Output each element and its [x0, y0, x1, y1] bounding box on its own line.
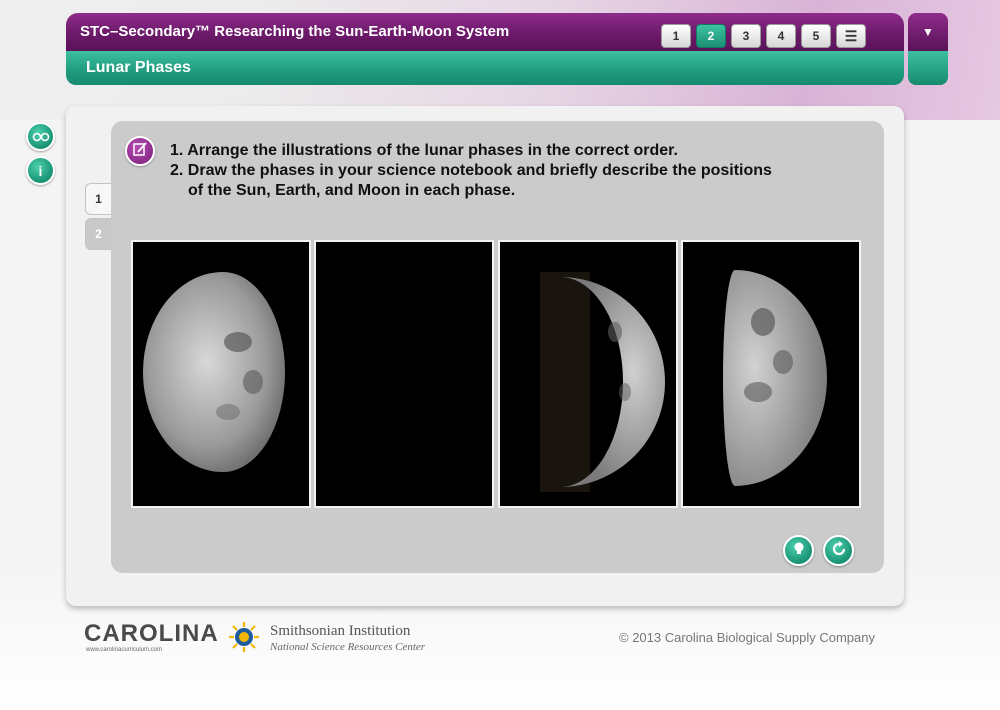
step-tab-2[interactable]: 2 [85, 218, 111, 250]
hint-icon [793, 541, 805, 560]
reset-button[interactable] [823, 535, 854, 566]
step-tab-1[interactable]: 1 [85, 183, 111, 215]
goggles-button[interactable] [26, 122, 55, 151]
moon-card-waxing-crescent[interactable] [498, 240, 678, 508]
pencil-notepad-icon [132, 141, 148, 162]
app-title: STC–Secondary™ Researching the Sun-Earth… [80, 23, 510, 40]
dropdown-toggle[interactable]: ▼ [908, 13, 948, 85]
page-navigation: 1 2 3 4 5 ☰ [661, 23, 866, 49]
page-button-3[interactable]: 3 [731, 24, 761, 48]
dropdown-bottom [908, 51, 948, 85]
info-button[interactable]: i [26, 156, 55, 185]
menu-icon: ☰ [844, 27, 858, 44]
page-button-4[interactable]: 4 [766, 24, 796, 48]
hint-button[interactable] [783, 535, 814, 566]
reset-icon [831, 541, 847, 560]
page-button-2[interactable]: 2 [696, 24, 726, 48]
instructions: 1. Arrange the illustrations of the luna… [170, 141, 830, 201]
section-title: Lunar Phases [86, 59, 191, 76]
moon-card-new-moon[interactable] [314, 240, 494, 508]
smithsonian-sun-icon [228, 621, 260, 658]
caret-down-icon: ▼ [922, 25, 934, 39]
info-icon: i [38, 162, 43, 179]
page-button-1[interactable]: 1 [661, 24, 691, 48]
carolina-url: www.carolinacurriculum.com [86, 647, 163, 653]
dropdown-top: ▼ [908, 13, 948, 51]
instruction-2: 2. Draw the phases in your science noteb… [170, 162, 772, 179]
section-bar: Lunar Phases [66, 51, 904, 85]
page-button-5[interactable]: 5 [801, 24, 831, 48]
task-button [125, 136, 155, 166]
instruction-2-continued: of the Sun, Earth, and Moon in each phas… [188, 182, 516, 199]
moon-card-waning-gibbous[interactable] [131, 240, 311, 508]
moon-card-first-quarter[interactable] [681, 240, 861, 508]
copyright: © 2013 Carolina Biological Supply Compan… [619, 630, 876, 645]
smithsonian-subtitle: National Science Resources Center [270, 641, 426, 653]
smithsonian-name: Smithsonian Institution [270, 623, 411, 639]
goggles-icon [32, 129, 50, 145]
menu-button[interactable]: ☰ [836, 24, 866, 48]
carolina-logo: CAROLINA [84, 620, 219, 647]
instruction-1: 1. Arrange the illustrations of the luna… [170, 142, 678, 159]
